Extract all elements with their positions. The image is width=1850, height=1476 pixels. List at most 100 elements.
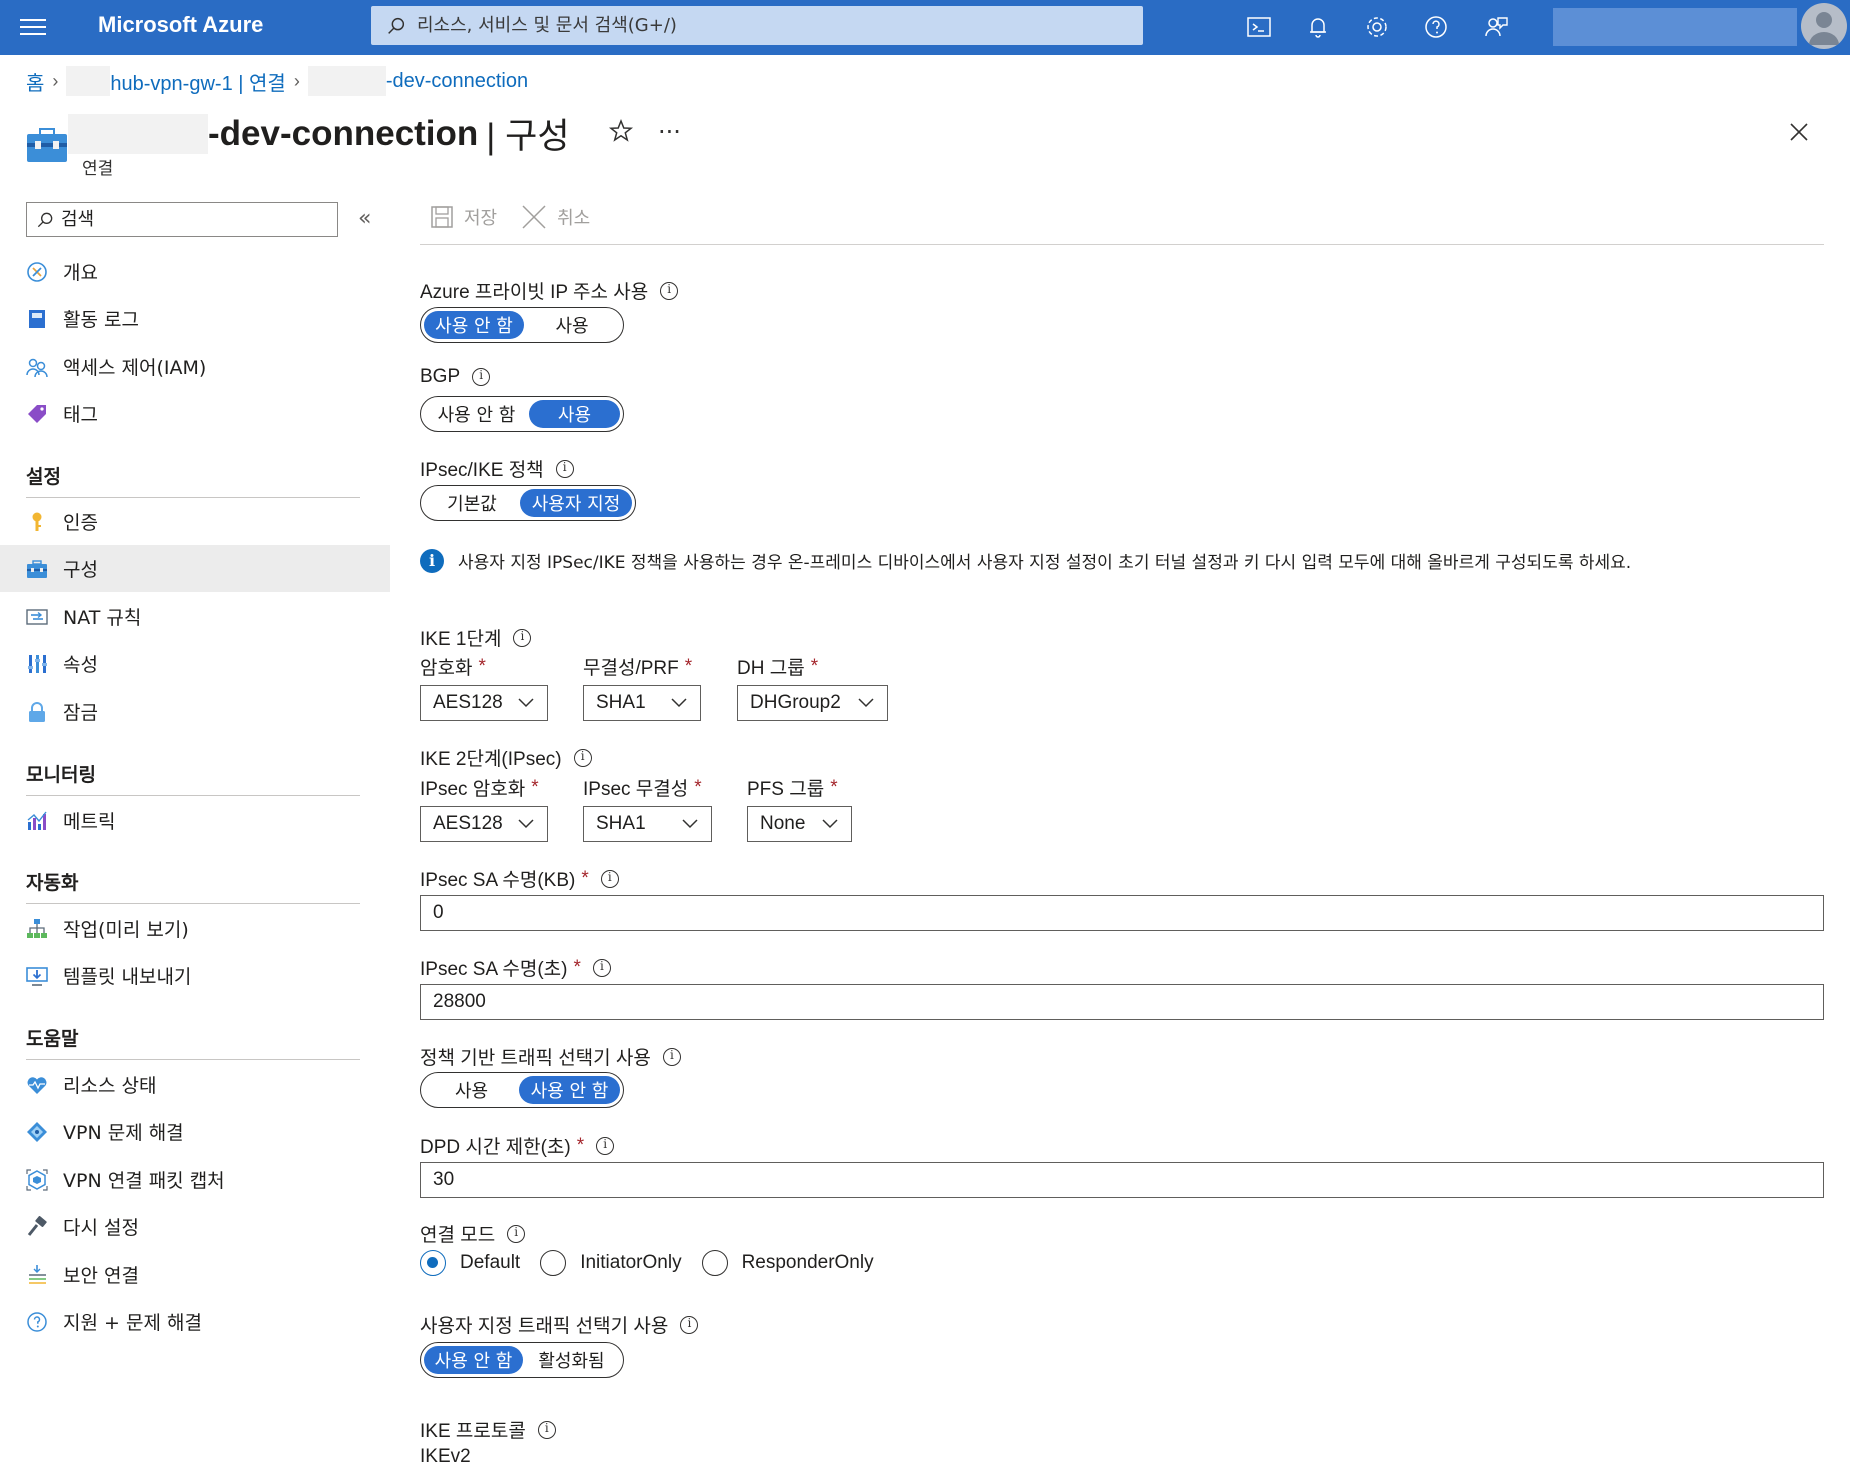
sa-kb-input[interactable] bbox=[433, 902, 1803, 924]
search-icon bbox=[37, 212, 53, 227]
sidebar-item-resource-health[interactable]: 리소스 상태 bbox=[0, 1061, 390, 1108]
avatar[interactable] bbox=[1801, 3, 1847, 49]
ipsec-policy-option-custom[interactable]: 사용자 지정 bbox=[520, 489, 632, 517]
info-icon[interactable] bbox=[662, 1047, 681, 1066]
sa-kb-field[interactable] bbox=[420, 895, 1824, 931]
info-icon[interactable] bbox=[596, 1136, 615, 1155]
sidebar-search-input[interactable] bbox=[61, 209, 331, 230]
info-icon[interactable] bbox=[592, 958, 611, 977]
info-icon[interactable] bbox=[537, 1420, 556, 1439]
required-marker: * bbox=[830, 776, 838, 798]
account-info[interactable] bbox=[1553, 8, 1797, 46]
more-options-icon[interactable]: ··· bbox=[658, 118, 681, 146]
sa-sec-field[interactable] bbox=[420, 984, 1824, 1020]
sa-sec-label: IPsec SA 수명(초) * bbox=[420, 954, 611, 981]
close-icon[interactable] bbox=[1787, 120, 1811, 144]
sidebar-item-activity-log[interactable]: 활동 로그 bbox=[0, 295, 390, 342]
chevron-down-icon bbox=[518, 819, 534, 829]
info-icon[interactable] bbox=[600, 869, 619, 888]
bell-icon[interactable] bbox=[1304, 13, 1332, 41]
ike1-integrity-dropdown[interactable]: SHA1 bbox=[583, 685, 701, 721]
info-icon[interactable] bbox=[555, 459, 574, 478]
ike2-encryption-dropdown[interactable]: AES128 bbox=[420, 806, 548, 842]
sidebar-item-tasks[interactable]: 작업(미리 보기) bbox=[0, 905, 390, 952]
sidebar-item-locks[interactable]: 잠금 bbox=[0, 688, 390, 735]
cancel-button[interactable]: 취소 bbox=[521, 204, 590, 230]
radio-unchecked[interactable] bbox=[540, 1250, 567, 1276]
private-ip-option-disable[interactable]: 사용 안 함 bbox=[424, 311, 524, 339]
field-label: PFS 그룹 bbox=[747, 779, 825, 800]
bgp-toggle: 사용 안 함 사용 bbox=[420, 396, 624, 432]
info-icon[interactable] bbox=[660, 281, 679, 300]
custom-selector-option-disable[interactable]: 사용 안 함 bbox=[424, 1346, 523, 1374]
dpd-input[interactable] bbox=[433, 1169, 1803, 1191]
bgp-option-enable[interactable]: 사용 bbox=[528, 400, 620, 428]
sidebar-item-configuration[interactable]: 구성 bbox=[0, 545, 390, 592]
required-marker: * bbox=[531, 776, 539, 798]
ike2-pfs-dropdown[interactable]: None bbox=[747, 806, 852, 842]
dpd-field[interactable] bbox=[420, 1162, 1824, 1198]
radio-unchecked[interactable] bbox=[701, 1250, 728, 1276]
info-icon[interactable] bbox=[513, 628, 532, 647]
cloud-shell-icon[interactable] bbox=[1245, 13, 1273, 41]
sidebar-item-export-template[interactable]: 템플릿 내보내기 bbox=[0, 952, 390, 999]
sidebar-search[interactable] bbox=[26, 202, 338, 237]
connection-mode-responder-only[interactable]: ResponderOnly bbox=[701, 1250, 874, 1276]
global-search[interactable] bbox=[371, 6, 1143, 45]
sidebar-item-metrics[interactable]: 메트릭 bbox=[0, 797, 390, 844]
connection-mode-default[interactable]: Default bbox=[420, 1250, 520, 1276]
sidebar-item-overview[interactable]: 개요 bbox=[0, 248, 390, 295]
sidebar-item-iam[interactable]: 액세스 제어(IAM) bbox=[0, 343, 390, 390]
breadcrumb-gateway[interactable]: hub-vpn-gw-1 | 연결 bbox=[110, 67, 285, 96]
ike1-dh-dropdown[interactable]: DHGroup2 bbox=[737, 685, 888, 721]
bgp-option-disable[interactable]: 사용 안 함 bbox=[424, 400, 529, 428]
connection-mode-radio-group: Default InitiatorOnly ResponderOnly bbox=[420, 1250, 894, 1276]
info-icon[interactable] bbox=[573, 748, 592, 767]
sidebar-item-tags[interactable]: 태그 bbox=[0, 390, 390, 437]
policy-selector-option-enable[interactable]: 사용 bbox=[424, 1076, 519, 1104]
info-icon[interactable] bbox=[680, 1315, 699, 1334]
sidebar-item-label: 개요 bbox=[63, 262, 98, 284]
sidebar-item-nat-rules[interactable]: NAT 규칙 bbox=[0, 593, 390, 640]
radio-label: ResponderOnly bbox=[741, 1252, 874, 1273]
connection-mode-initiator-only[interactable]: InitiatorOnly bbox=[540, 1250, 682, 1276]
hamburger-menu-icon[interactable] bbox=[20, 14, 46, 40]
sidebar-item-secure-connection[interactable]: 보안 연결 bbox=[0, 1251, 390, 1298]
sa-sec-input[interactable] bbox=[433, 991, 1803, 1013]
dropdown-value: AES128 bbox=[433, 813, 503, 834]
gear-icon[interactable] bbox=[1363, 13, 1391, 41]
reset-icon bbox=[27, 1215, 47, 1236]
sidebar-item-support[interactable]: 지원 + 문제 해결 bbox=[0, 1298, 390, 1345]
sidebar-item-vpn-troubleshoot[interactable]: VPN 문제 해결 bbox=[0, 1108, 390, 1155]
policy-selector-option-disable[interactable]: 사용 안 함 bbox=[519, 1076, 620, 1104]
sidebar-item-reset[interactable]: 다시 설정 bbox=[0, 1203, 390, 1250]
tag-icon bbox=[28, 404, 46, 423]
sidebar-item-label: 보안 연결 bbox=[63, 1265, 139, 1287]
info-icon[interactable] bbox=[507, 1224, 526, 1243]
sidebar-item-authentication[interactable]: 인증 bbox=[0, 498, 390, 545]
page-subtitle: 연결 bbox=[82, 159, 114, 179]
private-ip-option-enable[interactable]: 사용 bbox=[524, 311, 620, 339]
feedback-icon[interactable] bbox=[1482, 13, 1510, 41]
global-search-input[interactable] bbox=[417, 15, 1117, 36]
brand-title[interactable]: Microsoft Azure bbox=[98, 12, 263, 38]
breadcrumb-home[interactable]: 홈 bbox=[26, 67, 44, 96]
sidebar-section-monitoring: 모니터링 bbox=[26, 764, 96, 786]
sidebar-item-packet-capture[interactable]: VPN 연결 패킷 캡처 bbox=[0, 1156, 390, 1203]
ipsec-policy-option-default[interactable]: 기본값 bbox=[424, 489, 520, 517]
sidebar-item-properties[interactable]: 속성 bbox=[0, 640, 390, 687]
info-icon[interactable] bbox=[472, 368, 491, 386]
save-button[interactable]: 저장 bbox=[430, 204, 497, 230]
radio-checked[interactable] bbox=[420, 1250, 446, 1276]
custom-selector-option-enable[interactable]: 활성화됨 bbox=[523, 1346, 620, 1374]
collapse-sidebar-icon[interactable]: « bbox=[358, 206, 371, 231]
help-icon[interactable] bbox=[1422, 13, 1450, 41]
ike2-integrity-dropdown[interactable]: SHA1 bbox=[583, 806, 712, 842]
breadcrumb-connection[interactable]: -dev-connection bbox=[386, 70, 528, 93]
ike1-encryption-dropdown[interactable]: AES128 bbox=[420, 685, 548, 721]
policy-selector-toggle: 사용 사용 안 함 bbox=[420, 1072, 624, 1108]
ike1-integrity-label: 무결성/PRF * bbox=[583, 653, 692, 680]
ike-protocol-label: IKE 프로토콜 bbox=[420, 1416, 556, 1443]
star-icon[interactable] bbox=[608, 118, 634, 144]
divider bbox=[26, 903, 360, 904]
